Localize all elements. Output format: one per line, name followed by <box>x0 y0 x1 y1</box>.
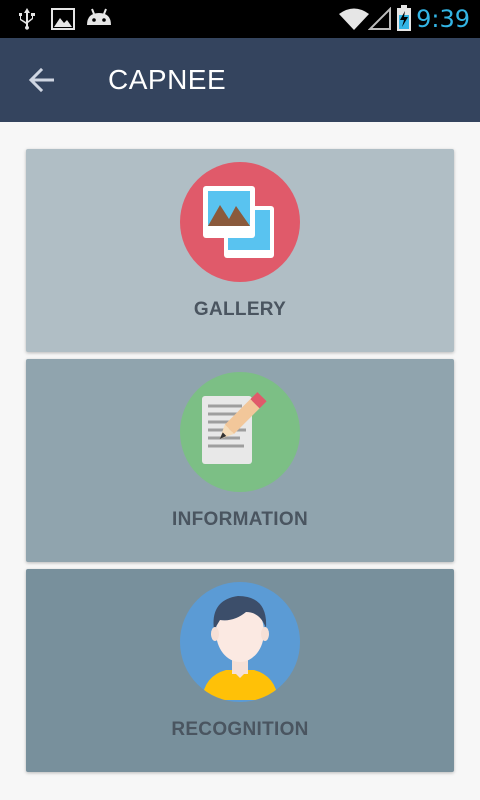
gallery-circle <box>180 162 300 282</box>
status-clock: 9:39 <box>416 5 470 33</box>
document-edit-icon <box>202 392 267 464</box>
information-label: INFORMATION <box>172 509 308 530</box>
recognition-circle <box>180 582 300 702</box>
signal-icon <box>368 7 391 30</box>
back-button[interactable] <box>26 64 58 96</box>
information-card[interactable]: INFORMATION <box>26 359 454 562</box>
recognition-label: RECOGNITION <box>171 719 309 740</box>
image-notification-icon <box>51 8 75 30</box>
app-title: CAPNEE <box>108 64 227 95</box>
gallery-card[interactable]: GALLERY <box>26 149 454 352</box>
recognition-card[interactable]: RECOGNITION <box>26 569 454 772</box>
status-bar: 9:39 <box>0 0 480 38</box>
wifi-icon <box>339 8 369 30</box>
gallery-icon <box>203 186 274 258</box>
person-avatar-icon <box>202 596 278 700</box>
information-circle <box>180 372 300 492</box>
usb-icon <box>19 8 35 30</box>
app-bar: CAPNEE <box>0 38 480 122</box>
main-content: GALLERY INFORMATION RECOGNITION <box>0 122 480 800</box>
android-debug-icon <box>87 8 111 25</box>
battery-charging-icon <box>397 5 411 31</box>
gallery-label: GALLERY <box>193 299 287 320</box>
arrow-left-icon <box>28 67 54 93</box>
